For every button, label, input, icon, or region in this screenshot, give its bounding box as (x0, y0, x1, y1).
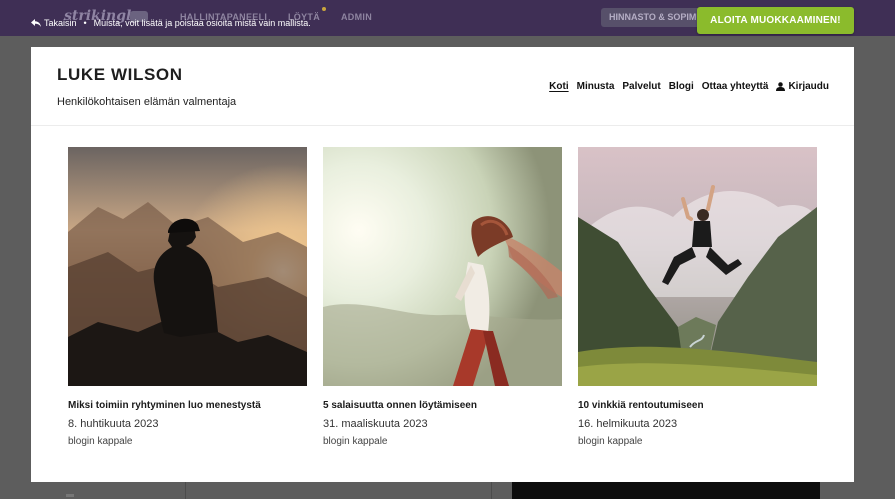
user-icon (776, 82, 786, 91)
template-note: Muista, voit lisätä ja poistaa osioita m… (93, 18, 311, 28)
preview-back-bar: Takaisin • Muista, voit lisätä ja poista… (31, 18, 311, 28)
nav-home[interactable]: Koti (549, 81, 568, 92)
post-image-woman-scarf[interactable] (323, 147, 562, 386)
post-date: 8. huhtikuuta 2023 (68, 418, 159, 430)
post-date: 31. maaliskuuta 2023 (323, 418, 428, 430)
blog-post-card[interactable]: 5 salaisuutta onnen löytämiseen 31. maal… (323, 147, 562, 447)
separator-dot: • (83, 18, 87, 28)
post-title[interactable]: Miksi toimiin ryhtyminen luo menestystä (68, 400, 307, 411)
header-divider (31, 125, 854, 126)
site-tagline: Henkilökohtaisen elämän valmentaja (57, 96, 237, 108)
site-title[interactable]: LUKE WILSON (57, 65, 183, 85)
site-nav: Koti Minusta Palvelut Blogi Ottaa yhteyt… (549, 81, 829, 92)
nav-services[interactable]: Palvelut (622, 81, 660, 92)
start-editing-button[interactable]: ALOITA MUOKKAAMINEN! (697, 7, 854, 34)
background-divider (491, 482, 492, 499)
editor-notification-dot (322, 7, 326, 11)
post-excerpt: blogin kappale (323, 436, 388, 447)
background-mark (66, 494, 74, 497)
blog-post-card[interactable]: Miksi toimiin ryhtyminen luo menestystä … (68, 147, 307, 447)
login-label: Kirjaudu (788, 81, 829, 92)
post-title[interactable]: 5 salaisuutta onnen löytämiseen (323, 400, 562, 411)
editor-nav-admin: ADMIN (341, 12, 372, 22)
post-image-jump-valley[interactable] (578, 147, 817, 386)
nav-blog[interactable]: Blogi (669, 81, 694, 92)
post-excerpt: blogin kappale (68, 436, 133, 447)
post-excerpt: blogin kappale (578, 436, 643, 447)
back-link[interactable]: Takaisin (31, 18, 77, 28)
back-label: Takaisin (44, 18, 77, 28)
nav-contact[interactable]: Ottaa yhteyttä (702, 81, 769, 92)
background-divider (185, 482, 186, 499)
nav-login[interactable]: Kirjaudu (776, 81, 829, 92)
template-preview: LUKE WILSON Henkilökohtaisen elämän valm… (31, 47, 854, 482)
nav-about[interactable]: Minusta (577, 81, 615, 92)
post-date: 16. helmikuuta 2023 (578, 418, 678, 430)
reply-arrow-icon (31, 19, 41, 27)
blog-post-card[interactable]: 10 vinkkiä rentoutumiseen 16. helmikuuta… (578, 147, 817, 447)
editor-pricing-button: HINNASTO & SOPIMUKSET (601, 8, 701, 27)
background-block (512, 482, 820, 499)
post-title[interactable]: 10 vinkkiä rentoutumiseen (578, 400, 817, 411)
post-image-silhouette-sunset[interactable] (68, 147, 307, 386)
